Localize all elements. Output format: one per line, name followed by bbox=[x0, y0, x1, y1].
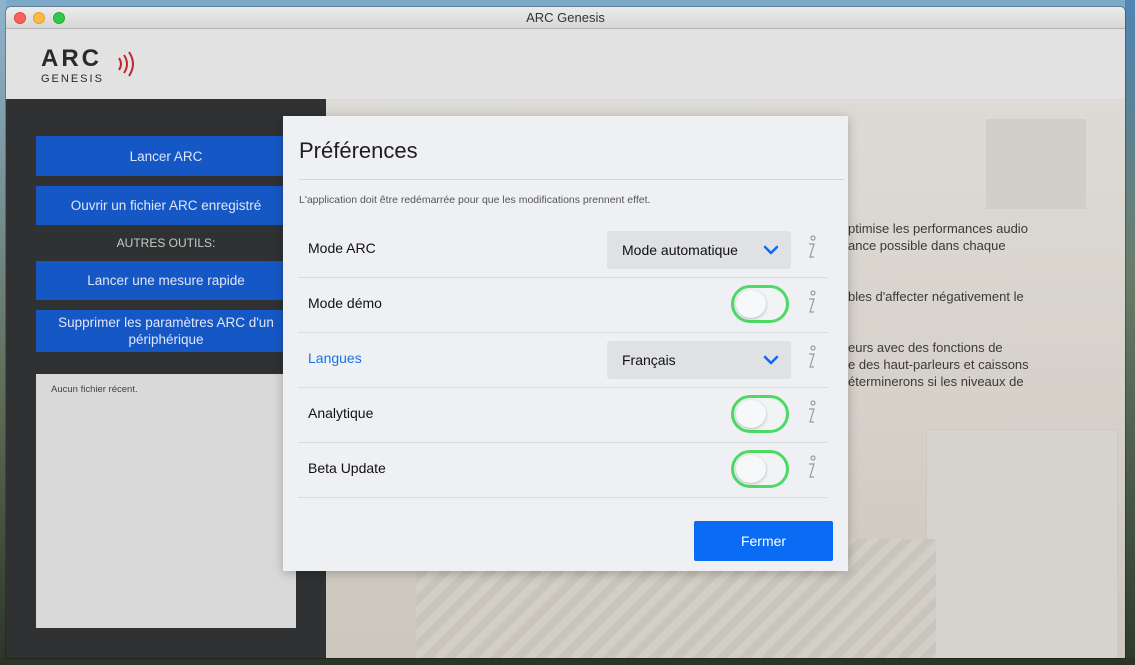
chevron-down-icon bbox=[763, 355, 779, 365]
preferences-dialog: Préférences L'application doit être redé… bbox=[283, 116, 848, 571]
pref-row-demo-mode: Mode démo bbox=[298, 277, 828, 333]
dialog-title: Préférences bbox=[299, 138, 418, 163]
info-icon[interactable] bbox=[804, 455, 818, 481]
desktop-background-bottom bbox=[0, 658, 1135, 665]
content-text: éterminerons si les niveaux de bbox=[848, 374, 1024, 389]
toggle-knob bbox=[736, 400, 766, 428]
toggle-knob bbox=[736, 290, 766, 318]
sound-waves-icon bbox=[118, 51, 134, 77]
content-text: eurs avec des fonctions de bbox=[848, 340, 1003, 355]
language-select[interactable]: Français bbox=[607, 341, 791, 379]
info-icon[interactable] bbox=[804, 345, 818, 371]
beta-update-toggle[interactable] bbox=[731, 450, 789, 488]
toggle-knob bbox=[736, 455, 766, 483]
pref-label-beta-update: Beta Update bbox=[308, 460, 386, 476]
arc-genesis-logo: ARC GENESIS bbox=[39, 45, 149, 87]
content-text: e des haut-parleurs et caissons bbox=[848, 357, 1029, 372]
mode-arc-select[interactable]: Mode automatique bbox=[607, 231, 791, 269]
content-text: ptimise les performances audio bbox=[848, 221, 1028, 236]
tools-heading: AUTRES OUTILS: bbox=[116, 236, 216, 250]
pref-label-analytics: Analytique bbox=[308, 405, 374, 421]
pref-label-languages[interactable]: Langues bbox=[308, 350, 362, 366]
pref-row-analytics: Analytique bbox=[298, 387, 828, 443]
close-button[interactable]: Fermer bbox=[694, 521, 833, 561]
mode-arc-value: Mode automatique bbox=[622, 242, 738, 258]
launch-arc-button[interactable]: Lancer ARC bbox=[36, 136, 296, 176]
chevron-down-icon bbox=[763, 245, 779, 255]
app-header: ARC GENESIS bbox=[6, 29, 1125, 99]
pref-row-languages: Langues Français bbox=[298, 332, 828, 388]
logo-sub: GENESIS bbox=[41, 73, 104, 85]
recent-files-panel[interactable]: Aucun fichier récent. bbox=[36, 374, 296, 628]
language-value: Français bbox=[622, 352, 676, 368]
pref-label-demo-mode: Mode démo bbox=[308, 295, 382, 311]
analytics-toggle[interactable] bbox=[731, 395, 789, 433]
pref-row-beta-update: Beta Update bbox=[298, 442, 828, 498]
pref-label-mode-arc: Mode ARC bbox=[308, 240, 376, 256]
recent-files-empty: Aucun fichier récent. bbox=[51, 384, 138, 395]
delete-device-settings-button[interactable]: Supprimer les paramètres ARC d'un périph… bbox=[36, 310, 296, 352]
divider bbox=[299, 179, 844, 180]
info-icon[interactable] bbox=[804, 290, 818, 316]
window-title: ARC Genesis bbox=[526, 10, 605, 25]
open-arc-file-button[interactable]: Ouvrir un fichier ARC enregistré bbox=[36, 186, 296, 225]
restart-note: L'application doit être redémarrée pour … bbox=[299, 194, 651, 206]
content-text: ance possible dans chaque bbox=[848, 238, 1006, 253]
info-icon[interactable] bbox=[804, 400, 818, 426]
info-icon[interactable] bbox=[804, 235, 818, 261]
content-text: bles d'affecter négativement le bbox=[848, 289, 1024, 304]
logo-brand: ARC bbox=[41, 45, 102, 72]
title-bar[interactable]: ARC Genesis bbox=[6, 7, 1125, 29]
demo-mode-toggle[interactable] bbox=[731, 285, 789, 323]
quick-measure-button[interactable]: Lancer une mesure rapide bbox=[36, 261, 296, 300]
pref-row-mode-arc: Mode ARC Mode automatique bbox=[298, 222, 828, 278]
sidebar: Lancer ARC Ouvrir un fichier ARC enregis… bbox=[6, 99, 326, 658]
desktop-background-right bbox=[1125, 0, 1135, 665]
